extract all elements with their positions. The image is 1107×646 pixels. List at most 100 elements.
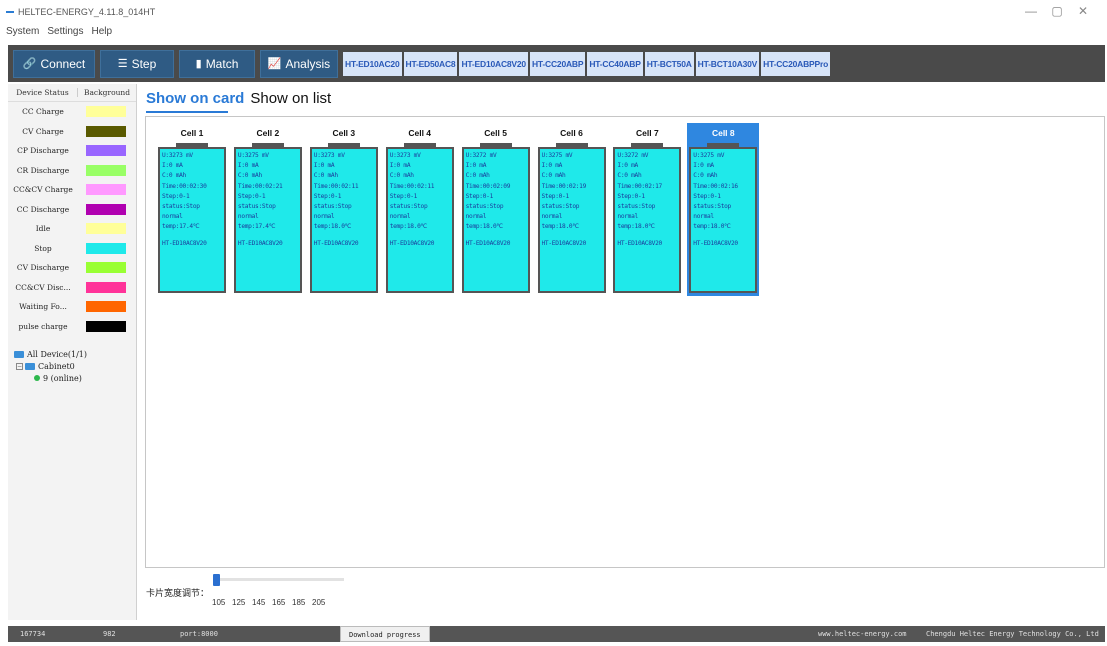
cell-title: Cell 7 — [636, 128, 659, 138]
model-tab[interactable]: HT-ED10AC20 — [343, 51, 402, 76]
cell-title: Cell 6 — [560, 128, 583, 138]
cell-time: Time:00:02:11 — [389, 182, 435, 190]
online-status-icon — [34, 375, 40, 381]
cell-c: C:0 mAh — [541, 172, 566, 180]
cell-i: I:0 mA — [313, 162, 335, 170]
menu-system[interactable]: System — [6, 26, 39, 37]
status-color-swatch — [86, 203, 126, 215]
cell-step: Step:0-1 — [389, 192, 418, 200]
cell-card[interactable]: Cell 3 U:3273 mV I:0 mA C:0 mAh Time:00:02:1… — [308, 123, 380, 296]
cell-step: Step:0-1 — [237, 192, 266, 200]
cell-u: U:3273 mV — [313, 152, 345, 159]
status-label: Stop — [34, 243, 52, 253]
cell-u: U:3273 mV — [162, 152, 193, 159]
menu-settings[interactable]: Settings — [47, 26, 83, 37]
cell-u: U:3275 mV — [237, 152, 269, 159]
left-panel: Device Status Background CC Charge CV Cha… — [8, 84, 137, 620]
cell-body: U:3273 mV I:0 mA C:0 mAh Time:00:02:30 Step:… — [158, 147, 226, 293]
status-color-swatch — [86, 164, 126, 176]
model-tab[interactable]: HT-BCT50A — [644, 51, 694, 76]
close-icon[interactable]: ✕ — [1074, 4, 1092, 18]
menu-help[interactable]: Help — [91, 26, 112, 37]
cell-card[interactable]: Cell 1 U:3273 mV I:0 mA C:0 mAh Time:00:02:3… — [156, 123, 228, 296]
status-color-swatch — [86, 145, 126, 157]
cell-time: Time:00:02:09 — [465, 182, 511, 190]
step-label: Step — [131, 56, 157, 71]
status-legend-row: CC&CV Disc... — [8, 278, 136, 298]
analysis-button[interactable]: 📈 Analysis — [260, 49, 338, 78]
app-icon — [6, 11, 14, 13]
cell-card[interactable]: Cell 6 U:3275 mV I:0 mA C:0 mAh Time:00:02:1… — [536, 123, 608, 296]
status-label: pulse charge — [18, 321, 68, 331]
tree-device[interactable]: 9 (online) — [14, 372, 87, 384]
slider-tick: 205 — [312, 598, 326, 607]
chart-icon: 📈 — [267, 58, 282, 70]
cell-temp: temp:18.0℃ — [465, 223, 504, 231]
slider-tick: 145 — [252, 598, 266, 607]
folder-icon — [14, 350, 24, 358]
status-color-swatch — [86, 125, 126, 137]
tree-cabinet[interactable]: − Cabinet0 — [14, 360, 87, 372]
minimize-icon[interactable]: — — [1022, 4, 1040, 18]
tab-show-on-card[interactable]: Show on card — [146, 90, 244, 107]
model-tab[interactable]: HT-ED50AC8 — [403, 51, 458, 76]
model-tab[interactable]: HT-CC20ABP — [529, 51, 586, 76]
model-tab[interactable]: HT-CC20ABPPro — [761, 51, 831, 76]
cell-state: normal — [541, 213, 563, 221]
status-color-swatch — [86, 281, 126, 293]
cell-card[interactable]: Cell 8 U:3275 mV I:0 mA C:0 mAh Time:00:02:1… — [687, 123, 760, 296]
collapse-icon[interactable]: − — [16, 362, 23, 370]
card-width-slider-handle[interactable] — [213, 574, 220, 586]
tab-show-on-list[interactable]: Show on list — [250, 90, 331, 107]
card-width-slider-track[interactable] — [216, 578, 344, 581]
cell-model: HT-ED10AC8V20 — [162, 239, 207, 247]
cell-card[interactable]: Cell 5 U:3272 mV I:0 mA C:0 mAh Time:00:02:0… — [460, 123, 532, 296]
tree-root[interactable]: All Device(1/1) — [14, 348, 87, 360]
connect-button[interactable]: 🔗 Connect — [13, 49, 95, 78]
slider-tick: 125 — [232, 598, 246, 607]
model-tab[interactable]: HT-CC40ABP — [587, 51, 643, 76]
model-tab[interactable]: HT-ED10AC8V20 — [459, 51, 528, 76]
cell-model: HT-ED10AC8V20 — [237, 239, 283, 247]
cell-title: Cell 4 — [408, 128, 432, 138]
card-width-label: 卡片宽度调节： — [146, 588, 210, 598]
cell-i: I:0 mA — [541, 162, 563, 170]
cell-title: Cell 3 — [332, 128, 356, 138]
cell-status: status:Stop — [237, 203, 276, 211]
cell-card[interactable]: Cell 2 U:3275 mV I:0 mA C:0 mAh Time:00:02:2… — [232, 123, 304, 296]
title-bar: HELTEC-ENERGY_4.11.8_014HT — [0, 0, 1107, 24]
cell-time: Time:00:02:11 — [313, 182, 359, 190]
model-tab[interactable]: HT-BCT10A30V — [695, 51, 760, 76]
cell-status: status:Stop — [313, 203, 352, 211]
cell-model: HT-ED10AC8V20 — [465, 239, 511, 247]
cell-status: status:Stop — [617, 203, 656, 211]
cell-u: U:3272 mV — [465, 152, 497, 159]
cell-time: Time:00:02:21 — [237, 182, 283, 190]
status-label: CV Discharge — [16, 263, 70, 273]
cell-status: status:Stop — [389, 203, 428, 211]
cell-body: U:3275 mV I:0 mA C:0 mAh Time:00:02:16 Step:… — [689, 147, 758, 293]
cell-state: normal — [617, 213, 638, 221]
tree-root-label: All Device(1/1) — [27, 349, 87, 359]
status-legend-row: pulse charge — [8, 317, 136, 337]
folder-icon — [25, 362, 35, 370]
cell-model: HT-ED10AC8V20 — [693, 239, 738, 247]
tree-device-label: 9 (online) — [43, 373, 82, 383]
cell-card-area: Cell 1 U:3273 mV I:0 mA C:0 mAh Time:00:02:3… — [145, 116, 1105, 568]
cell-card[interactable]: Cell 7 U:3272 mV I:0 mA C:0 mAh Time:00:02:1… — [611, 123, 683, 296]
download-progress: Download progress — [340, 626, 430, 642]
status-label: CC&CV Charge — [13, 185, 73, 195]
match-button[interactable]: ▮ Match — [179, 49, 255, 78]
step-button[interactable]: ☰ Step — [100, 49, 174, 78]
status-color-swatch — [86, 320, 126, 332]
cell-time: Time:00:02:19 — [541, 182, 587, 190]
list-icon: ☰ — [117, 58, 128, 70]
cell-status: status:Stop — [693, 203, 731, 211]
cell-state: normal — [237, 213, 259, 221]
cell-status: status:Stop — [541, 203, 580, 211]
cell-step: Step:0-1 — [162, 192, 190, 200]
menu-bar: System Settings Help — [0, 22, 120, 40]
status-legend-row: CC&CV Charge — [8, 180, 136, 200]
cell-card[interactable]: Cell 4 U:3273 mV I:0 mA C:0 mAh Time:00:02:1… — [384, 123, 456, 296]
maximize-icon[interactable]: ▢ — [1048, 4, 1066, 18]
